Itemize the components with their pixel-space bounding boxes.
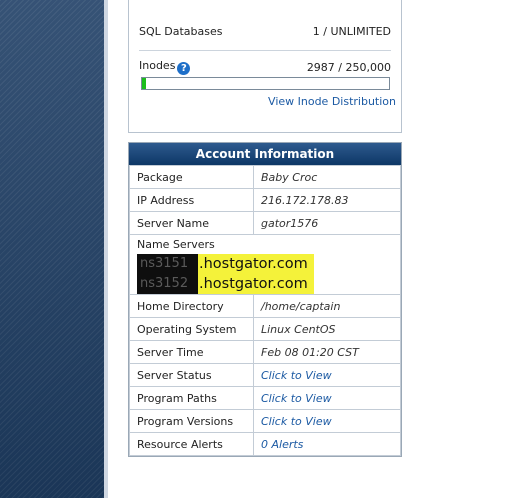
sql-databases-value: 1 / UNLIMITED: [312, 24, 391, 38]
home-directory-value: /home/captain: [253, 294, 401, 318]
inodes-progress-bar: [141, 77, 390, 90]
ip-address-value: 216.172.178.83: [253, 188, 401, 212]
package-label: Package: [129, 165, 254, 189]
name-server-host: .hostgator.com: [198, 274, 314, 294]
name-server-1: ns3151 .hostgator.com: [137, 254, 393, 274]
operating-system-label: Operating System: [129, 317, 254, 341]
program-paths-link[interactable]: Click to View: [253, 386, 401, 410]
resource-alerts-label: Resource Alerts: [129, 432, 254, 456]
table-row: Server Status Click to View: [129, 363, 401, 387]
account-information-table: Package Baby Croc IP Address 216.172.178…: [129, 165, 401, 456]
name-servers-cell: Name Servers ns3151 .hostgator.com ns315…: [129, 234, 401, 295]
table-row: Home Directory /home/captain: [129, 294, 401, 318]
server-status-label: Server Status: [129, 363, 254, 387]
ip-address-label: IP Address: [129, 188, 254, 212]
table-row: Package Baby Croc: [129, 165, 401, 189]
inodes-label-wrap: Inodes?: [139, 59, 191, 75]
inodes-progress-fill: [142, 78, 146, 89]
server-name-label: Server Name: [129, 211, 254, 235]
package-value: Baby Croc: [253, 165, 401, 189]
server-status-link[interactable]: Click to View: [253, 363, 401, 387]
table-row: Server Time Feb 08 01:20 CST: [129, 340, 401, 364]
operating-system-value: Linux CentOS: [253, 317, 401, 341]
inodes-value: 2987 / 250,000: [306, 60, 391, 74]
redacted-block: ns3152: [137, 274, 198, 294]
server-time-label: Server Time: [129, 340, 254, 364]
table-row: Program Paths Click to View: [129, 386, 401, 410]
program-versions-link[interactable]: Click to View: [253, 409, 401, 433]
server-time-value: Feb 08 01:20 CST: [253, 340, 401, 364]
inodes-label: Inodes: [139, 59, 176, 72]
account-information-panel: Account Information Package Baby Croc IP…: [128, 142, 402, 457]
help-icon[interactable]: ?: [177, 62, 191, 75]
table-row: IP Address 216.172.178.83: [129, 188, 401, 212]
left-sidebar: [0, 0, 105, 498]
name-servers-label: Name Servers: [137, 238, 215, 251]
resource-alerts-link[interactable]: 0 Alerts: [253, 432, 401, 456]
table-row: Server Name gator1576: [129, 211, 401, 235]
server-name-value: gator1576: [253, 211, 401, 235]
table-row: Program Versions Click to View: [129, 409, 401, 433]
redacted-block: ns3151: [137, 254, 198, 274]
table-row: Resource Alerts 0 Alerts: [129, 432, 401, 456]
sql-databases-label: SQL Databases: [139, 24, 223, 38]
name-server-host: .hostgator.com: [198, 254, 314, 274]
program-versions-label: Program Versions: [129, 409, 254, 433]
inodes-row: Inodes? 2987 / 250,000: [139, 58, 391, 76]
view-inode-distribution-link[interactable]: View Inode Distribution: [268, 95, 396, 108]
table-row: Name Servers ns3151 .hostgator.com ns315…: [129, 234, 401, 295]
program-paths-label: Program Paths: [129, 386, 254, 410]
account-information-title: Account Information: [129, 143, 401, 165]
sql-databases-row: SQL Databases 1 / UNLIMITED: [139, 22, 391, 40]
stats-panel: SQL Databases 1 / UNLIMITED Inodes? 2987…: [128, 0, 402, 133]
home-directory-label: Home Directory: [129, 294, 254, 318]
table-row: Operating System Linux CentOS: [129, 317, 401, 341]
name-server-2: ns3152 .hostgator.com: [137, 274, 393, 294]
stats-divider: [139, 50, 391, 51]
